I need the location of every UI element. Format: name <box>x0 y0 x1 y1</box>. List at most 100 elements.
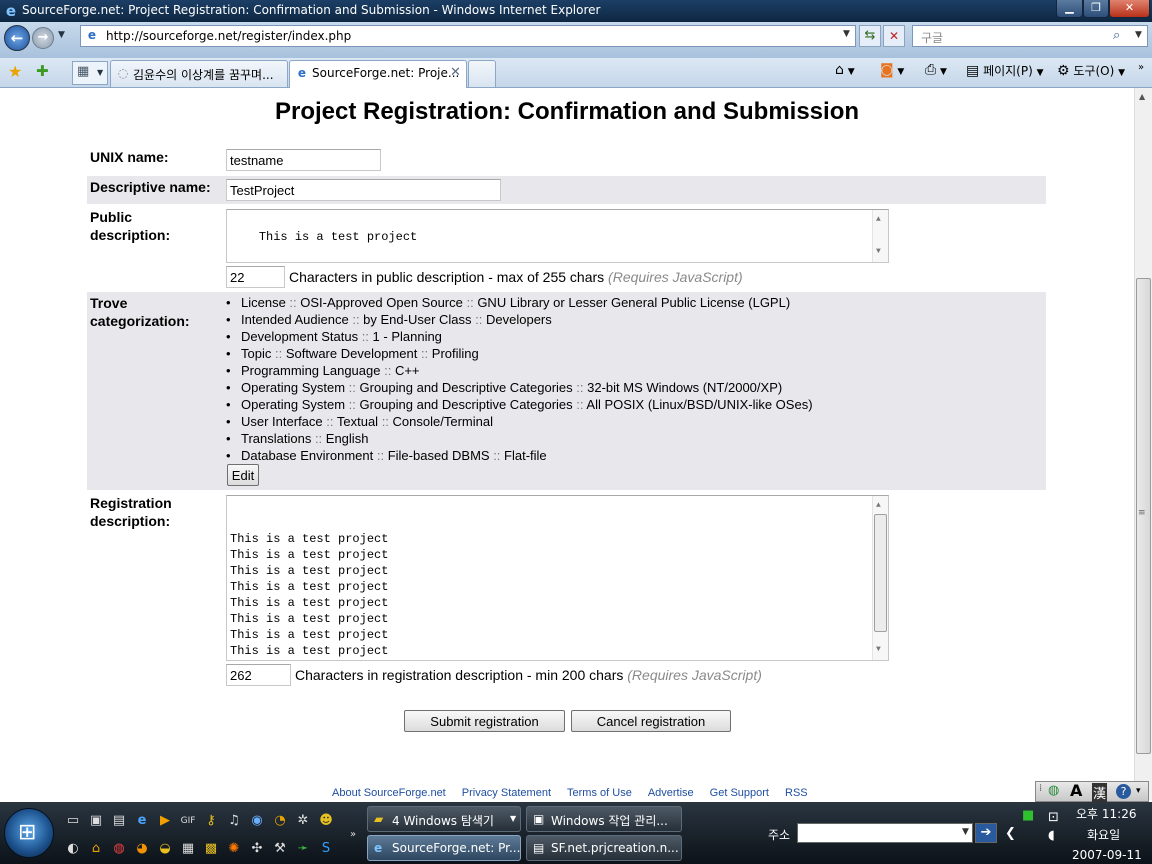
public-description-scrollbar[interactable]: ▲ ▼ <box>872 210 888 262</box>
ime-hanja-button[interactable]: 漢 <box>1092 783 1108 802</box>
taskbar-ie-window[interactable]: e SourceForge.net: Pr... <box>367 835 521 861</box>
close-tab-icon[interactable]: ✕ <box>450 65 461 80</box>
messenger-icon[interactable]: ☻ <box>317 812 335 830</box>
skype-icon[interactable]: S <box>317 840 335 858</box>
sun-app-icon[interactable]: ✺ <box>225 840 243 858</box>
minimize-button[interactable]: ▁ <box>1056 0 1083 18</box>
chat-icon[interactable]: ◒ <box>156 840 174 858</box>
wrench-icon[interactable]: ⚒ <box>271 840 289 858</box>
volume-icon[interactable]: ◖ <box>1048 828 1055 843</box>
scroll-thumb[interactable] <box>874 514 887 632</box>
search-placeholder[interactable]: 구글 <box>921 29 943 46</box>
unix-name-field[interactable] <box>226 149 381 171</box>
feeds-button[interactable]: ◙ ▼ <box>880 62 904 78</box>
search-box[interactable]: 구글 ⌕ ▼ <box>912 25 1148 47</box>
footer-link[interactable]: Advertise <box>648 787 694 799</box>
refresh-button[interactable]: ⇆ <box>859 25 881 47</box>
taskbar-explorer-group[interactable]: ▰ 4 Windows 탐색기 ▼ <box>367 806 521 832</box>
quicklaunch-chevron-icon[interactable]: » <box>344 826 362 844</box>
footer-link[interactable]: Privacy Statement <box>462 787 551 799</box>
taskbar-task-manager[interactable]: ▣ Windows 작업 관리... <box>526 806 682 832</box>
footer-link[interactable]: Get Support <box>710 787 769 799</box>
scroll-up-icon[interactable]: ▲ <box>876 212 881 228</box>
switch-windows-icon[interactable]: ▣ <box>87 812 105 830</box>
taskbar-text-file[interactable]: ▤ SF.net.prjcreation.n... <box>526 835 682 861</box>
window-title-bar[interactable]: e SourceForge.net: Project Registration:… <box>0 0 1152 22</box>
toolbar-overflow-chevron-icon[interactable]: » <box>1138 62 1144 73</box>
page-menu[interactable]: ▤ 페이지(P) ▼ <box>966 62 1044 79</box>
home-button[interactable]: ⌂ ▼ <box>835 62 855 78</box>
print-button[interactable]: ⎙ ▼ <box>925 62 947 78</box>
start-button[interactable]: ⊞ <box>4 808 54 858</box>
descriptive-name-field[interactable] <box>226 179 501 201</box>
ie-quicklaunch-icon[interactable]: e <box>133 812 151 830</box>
gallery-icon[interactable]: ▩ <box>202 840 220 858</box>
footer-link[interactable]: Terms of Use <box>567 787 632 799</box>
group-dropdown-icon[interactable]: ▼ <box>510 814 516 823</box>
trove-edit-button[interactable]: Edit <box>227 464 259 486</box>
close-window-button[interactable]: ✕ <box>1109 0 1150 18</box>
registration-description-scrollbar[interactable]: ▲ ▼ <box>872 496 888 660</box>
play-icon[interactable]: ◉ <box>248 812 266 830</box>
tray-status-icon[interactable]: ■ <box>1022 808 1034 823</box>
clock-app-icon[interactable]: ◔ <box>271 812 289 830</box>
media-player-icon[interactable]: ▶ <box>156 812 174 830</box>
firefox-icon[interactable]: ◕ <box>133 840 151 858</box>
scroll-down-icon[interactable]: ▼ <box>876 642 881 658</box>
antivirus-icon[interactable]: ◍ <box>110 840 128 858</box>
address-bar[interactable]: e http://sourceforge.net/register/index.… <box>80 25 856 47</box>
clock-time[interactable]: 오후 11:26 <box>1076 805 1136 822</box>
forward-button[interactable]: → <box>32 27 54 49</box>
bulb-icon[interactable]: ◐ <box>64 840 82 858</box>
registration-description-textarea[interactable]: This is a test project This is a test pr… <box>226 495 889 661</box>
maximize-button[interactable]: ❐ <box>1083 0 1109 18</box>
tab-blog[interactable]: ◌ 김윤수의 이상계를 꿈꾸며... <box>110 60 288 87</box>
footer-link[interactable]: RSS <box>785 787 808 799</box>
tab-sourceforge[interactable]: e SourceForge.net: Proje... ✕ <box>289 60 467 88</box>
registration-description-count-field[interactable] <box>226 664 291 686</box>
search-icon[interactable]: ⌕ <box>1113 28 1120 43</box>
scroll-up-icon[interactable]: ▲ <box>1139 92 1145 101</box>
ime-options-icon[interactable]: ▾ <box>1136 786 1141 796</box>
ime-globe-icon[interactable]: ◍ <box>1048 783 1059 798</box>
tab-list-dropdown-icon[interactable]: ▼ <box>97 68 103 77</box>
ime-help-button[interactable]: ? <box>1116 784 1131 799</box>
public-description-textarea[interactable]: This is a test project ▲ ▼ <box>226 209 889 263</box>
show-desktop-icon[interactable]: ▭ <box>64 812 82 830</box>
footer-link[interactable]: About SourceForge.net <box>332 787 446 799</box>
calculator-icon[interactable]: ▦ <box>179 840 197 858</box>
ime-mode-button[interactable]: A <box>1070 781 1082 800</box>
scroll-down-icon[interactable]: ▼ <box>876 244 881 260</box>
gif-tool-icon[interactable]: GIF <box>179 812 197 830</box>
tools-menu[interactable]: ⚙ 도구(O) ▼ <box>1057 62 1125 79</box>
submit-registration-button[interactable]: Submit registration <box>404 710 565 732</box>
clock-day[interactable]: 화요일 <box>1087 826 1120 843</box>
new-tab-button[interactable] <box>468 60 496 87</box>
clock-date[interactable]: 2007-09-11 <box>1072 848 1142 862</box>
stop-button[interactable]: ✕ <box>883 25 905 47</box>
search-options-dropdown-icon[interactable]: ▼ <box>1135 30 1142 40</box>
back-button[interactable]: ← <box>4 25 30 51</box>
home-app-icon[interactable]: ⌂ <box>87 840 105 858</box>
network-app-icon[interactable]: ✣ <box>248 840 266 858</box>
ime-language-bar[interactable]: ⁞ ◍ A 漢 ? ▾ <box>1035 781 1149 802</box>
taskbar-address-go-button[interactable]: ➔ <box>975 823 997 843</box>
favorites-star-icon[interactable]: ★ <box>8 62 22 81</box>
network-tray-icon[interactable]: ⊡ <box>1048 810 1059 825</box>
settings-app-icon[interactable]: ✲ <box>294 812 312 830</box>
address-dropdown-icon[interactable]: ▼ <box>843 29 850 39</box>
taskbar-address-input[interactable]: ▼ <box>797 823 973 843</box>
key-icon[interactable]: ⚷ <box>202 812 220 830</box>
address-url[interactable]: http://sourceforge.net/register/index.ph… <box>106 29 351 43</box>
arrow-app-icon[interactable]: ➛ <box>294 840 312 858</box>
public-description-count-field[interactable] <box>226 266 285 288</box>
cancel-registration-button[interactable]: Cancel registration <box>571 710 731 732</box>
music-icon[interactable]: ♫ <box>225 812 243 830</box>
scroll-up-icon[interactable]: ▲ <box>876 498 881 514</box>
quick-tabs-button[interactable]: ▦ ▼ <box>72 61 108 85</box>
computer-icon[interactable]: ▤ <box>110 812 128 830</box>
tray-expand-icon[interactable]: ❮ <box>1005 826 1016 841</box>
address-dropdown-icon[interactable]: ▼ <box>962 827 969 837</box>
recent-pages-dropdown[interactable]: ▼ <box>58 30 70 44</box>
add-favorites-icon[interactable]: ✚ <box>36 62 49 80</box>
